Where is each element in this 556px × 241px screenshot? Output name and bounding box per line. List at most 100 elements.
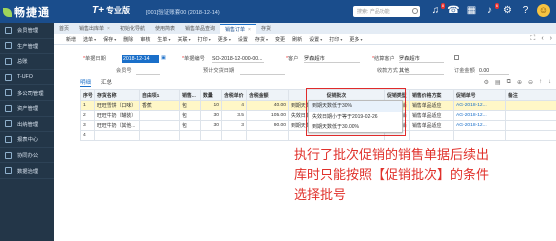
- expand-icon[interactable]: ⛶: [530, 35, 535, 43]
- toolbar-stock-button[interactable]: 存货: [255, 36, 268, 43]
- toolbar-config-button[interactable]: 设置: [309, 36, 322, 43]
- grid-icon[interactable]: ▦: [465, 4, 478, 17]
- toolbar-change-button[interactable]: 变更: [275, 36, 285, 43]
- tab-init-guide[interactable]: 初始化导航: [115, 24, 150, 34]
- sidebar-item-assets[interactable]: 资产管理: [0, 101, 54, 117]
- cell-free[interactable]: 香蕉: [139, 100, 180, 111]
- col-header[interactable]: 备注: [505, 89, 556, 101]
- toolbar-generate-button[interactable]: 生单: [157, 36, 170, 43]
- col-header[interactable]: 存货名称: [94, 89, 140, 101]
- settle-customer-field[interactable]: 罗森超市: [399, 55, 444, 63]
- cell-remark[interactable]: [505, 130, 556, 141]
- close-icon[interactable]: ×: [107, 26, 110, 32]
- copy-icon[interactable]: ⧉: [507, 79, 511, 86]
- avatar[interactable]: ☺: [537, 4, 550, 17]
- tab-sales-outbound[interactable]: 销售出库单 ×: [74, 24, 115, 34]
- sidebar-item-ledger[interactable]: 总账: [0, 54, 54, 70]
- col-header[interactable]: 数量: [200, 89, 222, 101]
- help-icon[interactable]: ?: [519, 4, 532, 17]
- cell-qty[interactable]: 30: [200, 110, 222, 121]
- sidebar-item-data[interactable]: 数据治理: [0, 163, 54, 179]
- grid-icon[interactable]: ▤: [495, 79, 501, 86]
- cell-name[interactable]: 旺旺雪饼（口味）: [94, 100, 140, 111]
- toolbar-more-button[interactable]: 更多: [218, 36, 231, 43]
- delivery-date-field[interactable]: [240, 67, 285, 75]
- prev-icon[interactable]: ‹: [541, 35, 543, 43]
- tab-summary[interactable]: 汇总: [101, 78, 112, 87]
- toolbar-settings-button[interactable]: 设置: [238, 36, 248, 43]
- cell-amount[interactable]: 105.00: [246, 110, 289, 121]
- cell-free[interactable]: [139, 130, 180, 141]
- up-icon[interactable]: ↑: [539, 79, 542, 86]
- doc-no-field[interactable]: SO-2018-12-000-00...: [212, 55, 264, 63]
- phone-icon[interactable]: ☎: [447, 4, 460, 17]
- cell-price[interactable]: 4: [221, 100, 247, 111]
- sidebar-item-tufo[interactable]: T-UFO: [0, 70, 54, 86]
- cell-name[interactable]: [94, 130, 140, 141]
- cell-pno[interactable]: AG-2018-12...: [453, 120, 506, 131]
- account-info[interactable]: [001]验证账套00 (2018-12-14): [146, 8, 220, 16]
- toolbar-delete-button[interactable]: 删除: [123, 36, 133, 43]
- insert-icon[interactable]: ⊕: [517, 79, 522, 86]
- cell-plan[interactable]: 销售单品适应: [409, 120, 454, 131]
- cell-remark[interactable]: [505, 100, 556, 111]
- delete-icon[interactable]: ⊖: [528, 79, 533, 86]
- cell-unit[interactable]: 包: [179, 100, 201, 111]
- cell-qty[interactable]: 10: [200, 100, 222, 111]
- col-header[interactable]: 促销单号: [453, 89, 506, 101]
- col-header[interactable]: 自由项1: [139, 89, 180, 101]
- toolbar-link-button[interactable]: 关联: [177, 36, 190, 43]
- settings-icon[interactable]: ⚙: [501, 4, 514, 17]
- col-header[interactable]: 含税金额: [246, 89, 289, 101]
- cell-name[interactable]: 旺旺牛奶（罐装）: [94, 110, 140, 121]
- cell-remark[interactable]: [505, 110, 556, 121]
- toolbar-new-button[interactable]: 新增: [66, 36, 76, 43]
- close-icon[interactable]: ×: [248, 27, 251, 33]
- cell-plan[interactable]: 销售单品适应: [409, 100, 454, 111]
- notification-icon[interactable]: ♪ 6: [483, 3, 499, 17]
- cell-pno[interactable]: AG-2018-12...: [453, 100, 506, 111]
- cell-pno[interactable]: [453, 130, 506, 141]
- search-input[interactable]: 搜索: 产品功能: [353, 6, 420, 17]
- tab-inventory[interactable]: 存货: [256, 24, 276, 34]
- tab-simple-table[interactable]: 使用简表: [150, 24, 180, 34]
- col-header[interactable]: 销售价格方案: [409, 89, 454, 101]
- cell-free[interactable]: [139, 120, 180, 131]
- tab-sales-query[interactable]: 销售单品查询: [180, 24, 220, 34]
- date-field[interactable]: 2018-12-14: [122, 55, 159, 63]
- col-header[interactable]: 含税单价: [221, 89, 247, 101]
- bell-icon[interactable]: ♫ 8: [429, 3, 445, 17]
- sidebar-item-collab[interactable]: 协同办公: [0, 148, 54, 164]
- cell-amount[interactable]: [246, 130, 289, 141]
- cell-plan[interactable]: [409, 130, 454, 141]
- payment-method-field[interactable]: 其他: [399, 67, 444, 75]
- search-icon[interactable]: [412, 8, 418, 14]
- next-icon[interactable]: ›: [550, 35, 552, 43]
- toolbar-select-button[interactable]: 选单: [83, 36, 96, 43]
- cell-unit[interactable]: 包: [179, 110, 201, 121]
- sidebar-item-production[interactable]: 生产管理: [0, 39, 54, 55]
- cell-unit[interactable]: [179, 130, 201, 141]
- cell-qty[interactable]: [200, 130, 222, 141]
- tab-home[interactable]: 首页: [54, 24, 74, 34]
- cell-unit[interactable]: 包: [179, 120, 201, 131]
- customer-field[interactable]: 罗森超市: [304, 55, 360, 63]
- toolbar-print2-button[interactable]: 打印: [329, 36, 342, 43]
- calendar-icon[interactable]: ▣: [161, 55, 166, 61]
- toolbar-approve-button[interactable]: 审核: [140, 36, 150, 43]
- tax-checkbox[interactable]: [454, 55, 460, 61]
- cell-price[interactable]: 3: [221, 120, 247, 131]
- cell-price[interactable]: 3.5: [221, 110, 247, 121]
- deposit-field[interactable]: 0.00: [479, 67, 509, 75]
- cell-name[interactable]: 旺旺牛奶（其他...: [94, 120, 140, 131]
- col-header[interactable]: 销售...: [179, 89, 201, 101]
- sidebar-item-member[interactable]: 会员管理: [0, 23, 54, 39]
- tab-sales-order[interactable]: 销售订单 ×: [220, 24, 256, 34]
- cell-amount[interactable]: 40.00: [246, 100, 289, 111]
- sidebar-item-multi-company[interactable]: 多公司管理: [0, 85, 54, 101]
- toolbar-more2-button[interactable]: 更多: [349, 36, 362, 43]
- toolbar-print-button[interactable]: 打印: [198, 36, 211, 43]
- cell-price[interactable]: [221, 130, 247, 141]
- tab-detail[interactable]: 明细: [80, 78, 92, 87]
- toolbar-refresh-button[interactable]: 刷新: [292, 36, 302, 43]
